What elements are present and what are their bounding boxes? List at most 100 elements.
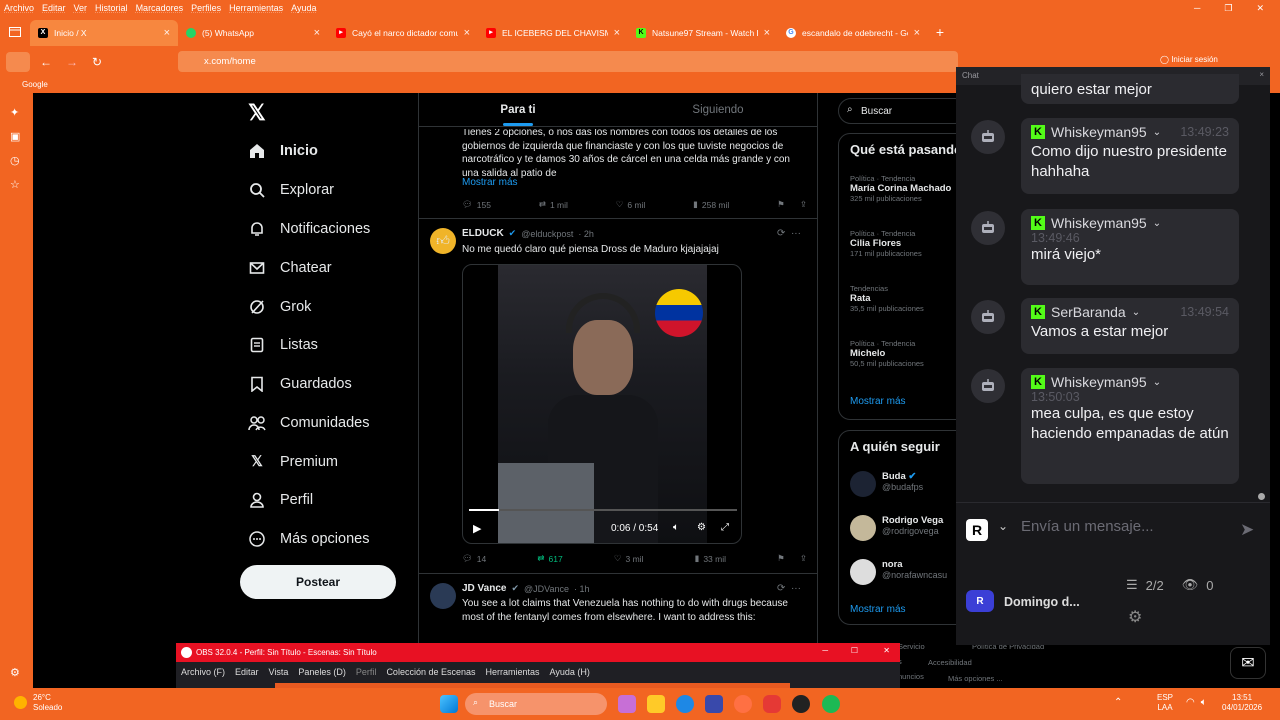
youtube-icon[interactable] (763, 695, 781, 713)
send-icon[interactable]: ➤ (1240, 520, 1254, 540)
settings-icon[interactable]: ⚙ (1128, 607, 1142, 627)
tab-youtube-1[interactable]: ▸ Cayó el narco dictador comunis × (328, 20, 478, 46)
settings-icon[interactable]: ⚙ (10, 666, 20, 679)
show-more-link[interactable]: Mostrar más (850, 604, 906, 615)
more-icon[interactable]: ··· (791, 228, 801, 239)
menu-editar[interactable]: Editar (42, 3, 66, 13)
tab-youtube-2[interactable]: ▸ EL ICEBERG DEL CHAVISMO: De × (478, 20, 628, 46)
tab-google[interactable]: G escandalo de odebrecht - Goog × (778, 20, 928, 46)
store-icon[interactable] (705, 695, 723, 713)
share-icon[interactable]: ⇪ (800, 553, 807, 564)
users-icon[interactable]: ☰ (1126, 577, 1138, 593)
channel-avatar-icon[interactable]: R (966, 590, 994, 612)
obs-menu-item[interactable]: Perfil (356, 667, 377, 677)
tweet-time[interactable]: · 1h (574, 584, 590, 594)
video-player[interactable]: ▶ 0:06 / 0:54 🔈︎ ⚙ ⤢ (462, 264, 742, 544)
settings-icon[interactable]: ⚙ (697, 522, 706, 533)
back-icon[interactable]: ← (40, 55, 52, 69)
minimize-icon[interactable]: ─ (822, 646, 828, 655)
chat-input[interactable]: Envía un mensaje... (1021, 518, 1154, 535)
sidebar-toggle-icon[interactable] (6, 51, 30, 72)
follow-item[interactable]: nora @norafawncasu (850, 559, 968, 585)
close-tab-icon[interactable]: × (314, 27, 320, 39)
windows-start-icon[interactable] (440, 695, 458, 713)
system-tray[interactable]: ◠ 🔈︎ (1186, 697, 1207, 708)
author-handle[interactable]: @JDVance (524, 584, 569, 594)
grok-icon[interactable]: ⟳ (777, 583, 785, 594)
author-handle[interactable]: @elduckpost (521, 229, 573, 239)
channel-name[interactable]: Domingo d... (1004, 595, 1080, 609)
menu-marcadores[interactable]: Marcadores (136, 3, 184, 13)
views-button[interactable]: ▮ 258 mil (693, 199, 729, 210)
nav-perfil[interactable]: Perfil (248, 491, 313, 509)
new-tab-icon[interactable]: + (928, 24, 952, 40)
more-icon[interactable]: ··· (791, 583, 801, 594)
fullscreen-icon[interactable]: ⤢ (721, 522, 729, 533)
obs-menu-item[interactable]: Herramientas (486, 667, 540, 677)
nav-comunidades[interactable]: Comunidades (248, 414, 369, 432)
trend-item[interactable]: Tendencias Rata 35,5 mil publicaciones (850, 284, 968, 313)
menu-perfiles[interactable]: Perfiles (191, 3, 221, 13)
obs-menu-item[interactable]: Ayuda (H) (550, 667, 590, 677)
chat-username[interactable]: K SerBaranda ⌄ 13:49:54 (1031, 304, 1229, 320)
edge-icon[interactable] (676, 695, 694, 713)
share-icon[interactable]: ⇪ (800, 199, 807, 210)
close-tab-icon[interactable]: × (614, 27, 620, 39)
menu-ayuda[interactable]: Ayuda (291, 3, 316, 13)
nav-mas-opciones[interactable]: Más opciones (248, 530, 369, 548)
address-bar[interactable]: x.com/home (178, 51, 958, 72)
nav-inicio[interactable]: Inicio (248, 142, 318, 160)
footer-link[interactable]: Más opciones ... (948, 674, 1003, 683)
tab-kick[interactable]: K Natsune97 Stream - Watch Live × (628, 20, 778, 46)
nav-notificaciones[interactable]: Notificaciones (248, 220, 370, 238)
menu-historial[interactable]: Historial (95, 3, 128, 13)
nav-grok[interactable]: Grok (248, 298, 311, 316)
wallet-icon[interactable]: ▣ (10, 125, 33, 149)
reply-button[interactable]: 💬︎ 14 (462, 553, 486, 564)
clock[interactable]: 13:51 04/01/2026 (1222, 693, 1262, 713)
obs-menu-item[interactable]: Colección de Escenas (386, 667, 475, 677)
nav-listas[interactable]: Listas (248, 336, 318, 354)
weather-widget[interactable]: 26°C Soleado (14, 693, 62, 713)
bookmark-icon[interactable]: ⚑ (777, 199, 785, 210)
file-explorer-icon[interactable] (647, 695, 665, 713)
video-progress-track[interactable] (469, 509, 737, 511)
scroll-indicator[interactable] (1258, 493, 1265, 500)
extension-icon[interactable]: ✦ (10, 101, 33, 125)
avatar[interactable] (430, 583, 456, 609)
post-button[interactable]: Postear (240, 565, 396, 599)
like-button[interactable]: ♡ 6 mil (616, 199, 646, 210)
author-name[interactable]: JD Vance (462, 583, 506, 594)
nav-premium[interactable]: 𝕏 Premium (248, 453, 338, 471)
history-icon[interactable]: ◷ (10, 149, 33, 173)
repost-button[interactable]: ⇄ 1 mil (539, 199, 568, 210)
spotify-icon[interactable] (822, 695, 840, 713)
forward-icon[interactable]: → (66, 55, 78, 69)
trend-item[interactable]: Política · Tendencia Michelo 50,5 mil pu… (850, 339, 968, 368)
favorites-icon[interactable]: ☆ (10, 173, 33, 197)
tab-x-home[interactable]: X Inicio / X × (30, 19, 178, 46)
close-icon[interactable]: ✕ (883, 646, 890, 655)
menu-ver[interactable]: Ver (74, 3, 88, 13)
views-button[interactable]: ▮ 33 mil (695, 553, 726, 564)
messages-button[interactable]: ✉ (1230, 647, 1266, 679)
eye-icon[interactable]: 👁︎ (1182, 577, 1199, 593)
nav-guardados[interactable]: Guardados (248, 375, 352, 393)
show-more-link[interactable]: Mostrar más (850, 396, 906, 407)
grok-icon[interactable]: ⟳ (777, 228, 785, 239)
obs-menu-item[interactable]: Editar (235, 667, 259, 677)
language-indicator[interactable]: ESP LAA (1157, 693, 1173, 713)
search-input[interactable]: ⌕ Buscar (838, 98, 968, 124)
user-badge-icon[interactable]: R (966, 519, 988, 541)
tab-siguiendo[interactable]: Siguiendo (618, 93, 818, 126)
menu-herramientas[interactable]: Herramientas (229, 3, 283, 13)
reload-icon[interactable]: ↻ (92, 55, 102, 69)
tab-para-ti[interactable]: Para ti (418, 93, 618, 126)
chat-close-icon[interactable]: × (1259, 70, 1264, 79)
firefox-icon[interactable] (734, 695, 752, 713)
close-tab-icon[interactable]: × (914, 27, 920, 39)
follow-item[interactable]: Rodrigo Vega @rodrigovega (850, 515, 943, 541)
taskbar-search[interactable]: ⌕ Buscar (465, 693, 607, 715)
reply-button[interactable]: 💬︎ 155 (462, 199, 491, 210)
show-more-link[interactable]: Mostrar más (462, 177, 518, 188)
